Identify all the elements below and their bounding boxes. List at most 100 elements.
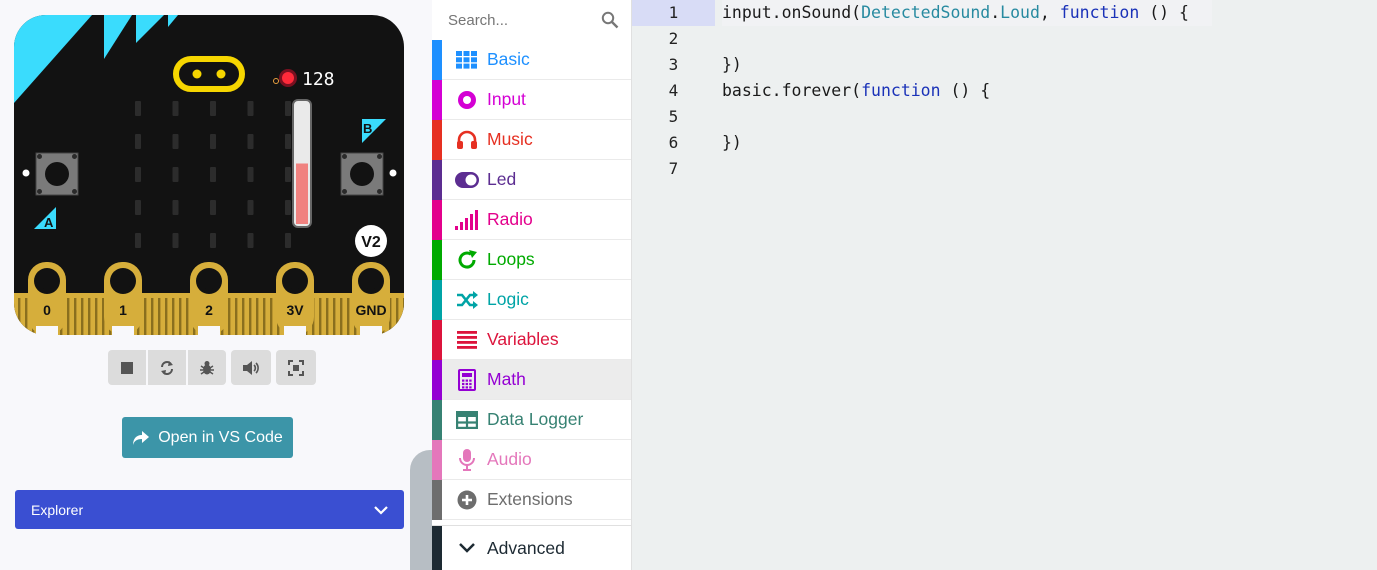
restart-button[interactable] xyxy=(148,350,186,385)
line-number: 5 xyxy=(668,107,679,126)
led-cell[interactable] xyxy=(247,167,254,182)
code-token: Loud xyxy=(1000,3,1040,22)
category-input[interactable]: Input xyxy=(432,79,631,120)
led-cell[interactable] xyxy=(210,101,216,116)
category-label: Music xyxy=(487,129,533,149)
led-cell[interactable] xyxy=(172,101,179,116)
led-cell[interactable] xyxy=(247,101,254,116)
led-cell[interactable] xyxy=(172,233,179,248)
category-radio[interactable]: Radio xyxy=(432,199,631,240)
led-cell[interactable] xyxy=(135,101,141,116)
headphones-icon xyxy=(452,128,482,152)
category-label: Variables xyxy=(487,329,559,349)
debug-button[interactable] xyxy=(188,350,226,385)
category-led[interactable]: Led xyxy=(432,159,631,200)
led-cell[interactable] xyxy=(210,167,216,182)
led-cell[interactable] xyxy=(172,167,179,182)
microbit-board[interactable]: 128 A B V2 0 1 2 3V GND xyxy=(14,15,404,335)
button-a-label: A xyxy=(44,215,54,230)
code-line[interactable]: 2 xyxy=(632,26,1377,52)
line-number: 1 xyxy=(632,0,715,26)
search-input[interactable] xyxy=(448,11,588,29)
led-cell[interactable] xyxy=(135,200,141,215)
category-stripe xyxy=(432,119,442,160)
led-cell[interactable] xyxy=(135,134,141,149)
category-variables[interactable]: Variables xyxy=(432,319,631,360)
category-music[interactable]: Music xyxy=(432,119,631,160)
stop-button[interactable] xyxy=(108,350,146,385)
code-line[interactable]: 5 xyxy=(632,104,1377,130)
category-loops[interactable]: Loops xyxy=(432,239,631,280)
category-stripe xyxy=(432,279,442,320)
category-label: Input xyxy=(487,89,526,109)
category-label: Math xyxy=(487,369,526,389)
pin-1[interactable]: 1 xyxy=(104,262,142,335)
restart-icon xyxy=(161,360,173,375)
category-stripe xyxy=(432,319,442,360)
led-cell[interactable] xyxy=(285,233,291,248)
code-line[interactable]: 1 input.onSound(DetectedSound.Loud, funct… xyxy=(632,0,1377,26)
led-cell[interactable] xyxy=(135,167,141,182)
toolbox-search xyxy=(432,0,631,40)
category-label: Radio xyxy=(487,209,533,229)
code-token: }) xyxy=(722,133,742,152)
fullscreen-icon xyxy=(288,359,304,376)
category-label: Basic xyxy=(487,49,530,69)
led-cell[interactable] xyxy=(247,134,254,149)
svg-text:V2: V2 xyxy=(361,234,381,251)
led-cell[interactable] xyxy=(247,200,254,215)
category-audio[interactable]: Audio xyxy=(432,439,631,480)
code-text: }) xyxy=(722,52,1212,78)
pin-0[interactable]: 0 xyxy=(28,262,66,335)
category-label: Loops xyxy=(487,249,535,269)
led-cell[interactable] xyxy=(210,233,216,248)
grid-icon xyxy=(452,48,482,72)
list-lines-icon xyxy=(452,328,482,352)
category-stripe xyxy=(432,399,442,440)
category-basic[interactable]: Basic xyxy=(432,39,631,80)
pin-label: GND xyxy=(355,302,386,318)
category-data-logger[interactable]: Data Logger xyxy=(432,399,631,440)
code-token: input.onSound( xyxy=(722,3,862,22)
button-b[interactable] xyxy=(340,152,384,196)
button-a[interactable] xyxy=(35,152,79,196)
code-line[interactable]: 7 xyxy=(632,156,1377,182)
pin-2[interactable]: 2 xyxy=(190,262,228,335)
category-logic[interactable]: Logic xyxy=(432,279,631,320)
code-editor[interactable]: 1 input.onSound(DetectedSound.Loud, funct… xyxy=(632,0,1377,570)
led-cell[interactable] xyxy=(285,101,291,116)
code-line[interactable]: 3}) xyxy=(632,52,1377,78)
led-cell[interactable] xyxy=(210,200,216,215)
category-label: Extensions xyxy=(487,489,573,509)
led-cell[interactable] xyxy=(285,200,291,215)
led-cell[interactable] xyxy=(210,134,216,149)
explorer-bar[interactable]: Explorer xyxy=(15,490,404,529)
code-text: input.onSound(DetectedSound.Loud, functi… xyxy=(722,0,1212,26)
toolbox: Basic Input Music Led Radio Loops Logic Variabl… xyxy=(432,0,632,570)
mute-button[interactable] xyxy=(231,350,271,385)
search-icon[interactable] xyxy=(601,11,619,29)
led-cell[interactable] xyxy=(172,134,179,149)
code-line[interactable]: 4 basic.forever(function () { xyxy=(632,78,1377,104)
fullscreen-button[interactable] xyxy=(276,350,316,385)
code-line[interactable]: 6}) xyxy=(632,130,1377,156)
toggle-icon xyxy=(452,168,482,192)
plus-circle-icon xyxy=(452,488,482,512)
led-cell[interactable] xyxy=(285,167,291,182)
mute-icon xyxy=(243,360,259,375)
line-number: 2 xyxy=(668,29,679,48)
pin-gnd[interactable]: GND xyxy=(352,262,390,335)
led-cell[interactable] xyxy=(172,200,179,215)
open-in-vscode-button[interactable]: Open in VS Code xyxy=(122,417,293,458)
line-number: 6 xyxy=(668,133,679,152)
pin-3v[interactable]: 3V xyxy=(276,262,314,335)
category-math[interactable]: Math xyxy=(432,359,631,400)
advanced-category[interactable]: Advanced xyxy=(432,525,632,570)
led-cell[interactable] xyxy=(135,233,141,248)
category-extensions[interactable]: Extensions xyxy=(432,479,631,520)
led-cell[interactable] xyxy=(285,134,291,149)
led-cell[interactable] xyxy=(247,233,254,248)
panel-resize-handle[interactable] xyxy=(410,450,434,570)
pin-label: 1 xyxy=(119,302,127,318)
category-stripe xyxy=(432,439,442,480)
